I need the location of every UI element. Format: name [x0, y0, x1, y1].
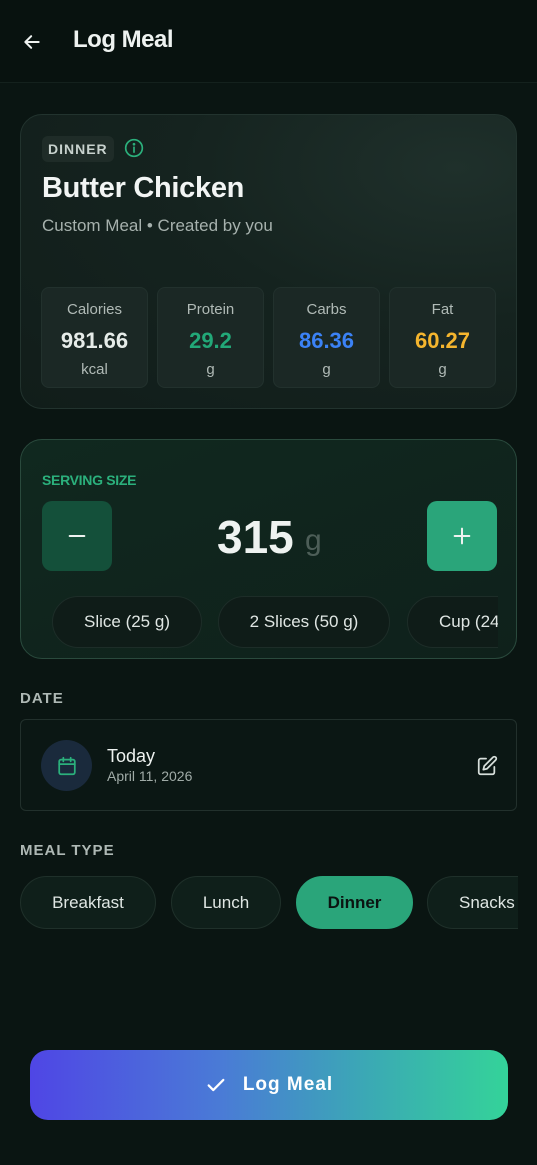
date-main-text: Today: [107, 746, 156, 766]
serving-unit: g: [305, 524, 322, 557]
app-header: Log Meal: [0, 0, 537, 83]
macro-label: Protein: [186, 301, 235, 318]
info-icon[interactable]: [124, 138, 144, 158]
macro-value: 86.36: [298, 328, 355, 353]
date-sub-text: April 11, 2026: [107, 768, 193, 784]
macro-unit: g: [322, 361, 331, 378]
meal-type-breakfast[interactable]: Breakfast: [20, 876, 156, 929]
meal-type-dinner[interactable]: Dinner: [296, 876, 413, 929]
increase-serving-button[interactable]: [427, 501, 497, 571]
portion-chip[interactable]: 2 Slices (50 g): [218, 596, 390, 648]
plus-icon: [453, 527, 471, 545]
date-picker[interactable]: Today April 11, 2026: [20, 719, 517, 811]
minus-icon: [68, 534, 86, 538]
meal-type-section-label: MEAL TYPE: [20, 842, 115, 859]
macro-label: Carbs: [306, 301, 347, 318]
meal-type-snacks[interactable]: Snacks: [427, 876, 518, 929]
date-section-label: DATE: [20, 690, 64, 707]
arrow-left-icon: [24, 35, 40, 49]
food-summary-card: DINNER Butter Chicken Custom Meal • Crea…: [20, 114, 517, 409]
macro-fat: Fat 60.27 g: [389, 287, 496, 388]
meal-tag-badge: DINNER: [42, 136, 114, 162]
food-name: Butter Chicken: [42, 172, 245, 204]
food-subtitle: Custom Meal • Created by you: [42, 216, 273, 235]
serving-size-card: SERVING SIZE 315 g Slice (25 g) 2 Slices…: [20, 439, 517, 659]
macro-label: Calories: [66, 301, 123, 318]
macro-value: 29.2: [189, 328, 232, 353]
portion-presets[interactable]: Slice (25 g) 2 Slices (50 g) Cup (240 g): [52, 596, 498, 648]
macro-value: 981.66: [60, 328, 129, 353]
macro-grid: Calories 981.66 kcal Protein 29.2 g Carb…: [41, 287, 497, 388]
macro-label: Fat: [431, 301, 454, 318]
macro-value: 60.27: [414, 328, 471, 353]
decrease-serving-button[interactable]: [42, 501, 112, 571]
calendar-icon: [57, 756, 76, 775]
macro-unit: g: [438, 361, 447, 378]
edit-icon[interactable]: [476, 755, 498, 777]
serving-size-label: SERVING SIZE: [42, 472, 137, 488]
check-icon: [207, 1078, 225, 1092]
macro-unit: g: [206, 361, 215, 378]
macro-carbs: Carbs 86.36 g: [273, 287, 380, 388]
macro-unit: kcal: [81, 361, 108, 378]
meal-type-lunch[interactable]: Lunch: [171, 876, 281, 929]
back-button[interactable]: [18, 28, 46, 56]
serving-value[interactable]: 315: [217, 510, 294, 564]
log-meal-button-label: Log Meal: [242, 1074, 334, 1095]
portion-chip[interactable]: Cup (240 g): [407, 596, 498, 648]
portion-chip[interactable]: Slice (25 g): [52, 596, 202, 648]
macro-protein: Protein 29.2 g: [157, 287, 264, 388]
page-title: Log Meal: [73, 26, 174, 53]
macro-calories: Calories 981.66 kcal: [41, 287, 148, 388]
meal-type-options[interactable]: Breakfast Lunch Dinner Snacks: [20, 876, 518, 929]
log-meal-button[interactable]: Log Meal: [30, 1050, 508, 1120]
calendar-icon-badge: [41, 740, 92, 791]
